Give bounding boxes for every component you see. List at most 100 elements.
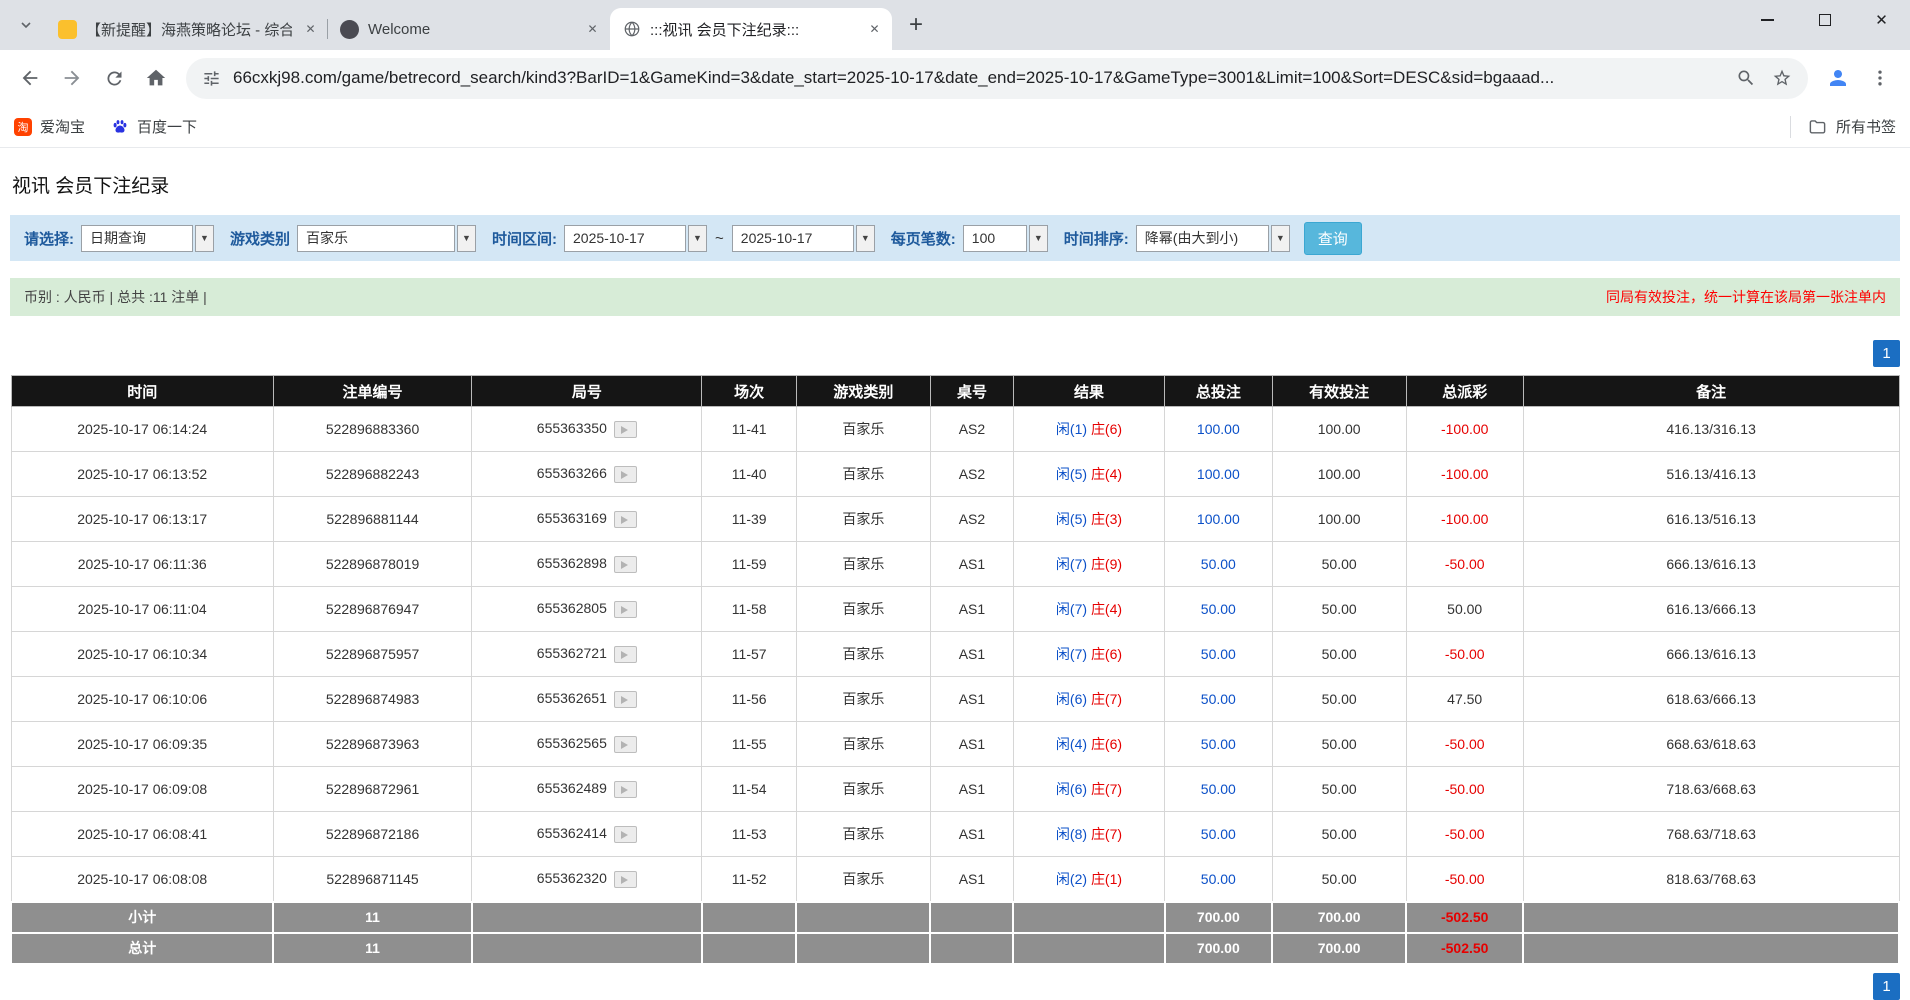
cell-session: 11-41 — [702, 407, 796, 452]
total-bet-link[interactable]: 50.00 — [1201, 781, 1236, 797]
all-bookmarks-button[interactable]: 所有书签 — [1790, 116, 1896, 138]
tune-icon[interactable] — [202, 69, 221, 88]
total-bet-link[interactable]: 50.00 — [1201, 826, 1236, 842]
result-player: 闲(2) — [1056, 871, 1087, 887]
cell-session: 11-53 — [702, 812, 796, 857]
cell-empty — [472, 933, 702, 964]
sort-select[interactable]: 降幂(由大到小) ▼ — [1136, 225, 1290, 252]
cell-valid-bet: 100.00 — [1272, 407, 1406, 452]
date-range-tilde: ~ — [715, 230, 724, 247]
url-text[interactable]: 66cxkj98.com/game/betrecord_search/kind3… — [233, 68, 1724, 88]
browser-tab-forum[interactable]: 【新提醒】海燕策略论坛 - 综合 ✕ — [46, 8, 328, 50]
profile-button[interactable] — [1818, 58, 1858, 98]
minimize-button[interactable] — [1739, 0, 1796, 40]
cell-table-number: AS1 — [930, 587, 1013, 632]
date-start-select[interactable]: 2025-10-17 ▼ — [564, 225, 707, 252]
cell-game-type: 百家乐 — [796, 632, 930, 677]
cell-table-number: AS1 — [930, 767, 1013, 812]
cell-round: 655362651 — [472, 677, 702, 722]
baidu-paw-icon — [111, 118, 129, 136]
cell-empty — [702, 933, 796, 964]
bookmark-taobao[interactable]: 淘 爱淘宝 — [14, 116, 85, 137]
cell-payout: -50.00 — [1406, 812, 1523, 857]
zoom-icon[interactable] — [1736, 68, 1756, 88]
total-bet-link[interactable]: 50.00 — [1201, 691, 1236, 707]
cell-valid-bet: 50.00 — [1272, 632, 1406, 677]
cell-payout: 50.00 — [1406, 587, 1523, 632]
cell-empty — [1523, 902, 1899, 933]
bookmark-baidu[interactable]: 百度一下 — [111, 116, 197, 137]
dropdown-arrow-icon[interactable]: ▼ — [1271, 225, 1290, 252]
minimize-icon — [1761, 19, 1774, 21]
cell-table-number: AS1 — [930, 677, 1013, 722]
table-row: 2025-10-17 06:13:17 522896881144 6553631… — [11, 497, 1899, 542]
browser-tab-welcome[interactable]: Welcome ✕ — [328, 8, 610, 50]
dropdown-arrow-icon[interactable]: ▼ — [1029, 225, 1048, 252]
dropdown-arrow-icon[interactable]: ▼ — [856, 225, 875, 252]
cell-note: 818.63/768.63 — [1523, 857, 1899, 902]
total-bet-link[interactable]: 50.00 — [1201, 736, 1236, 752]
cell-table-number: AS2 — [930, 497, 1013, 542]
window-close-button[interactable]: ✕ — [1853, 0, 1910, 40]
result-player: 闲(7) — [1056, 646, 1087, 662]
tab-close-icon[interactable]: ✕ — [865, 20, 884, 39]
cell-bet-id: 522896875957 — [273, 632, 471, 677]
date-range-label: 时间区间: — [492, 228, 557, 249]
bookmark-star-icon[interactable] — [1772, 68, 1792, 88]
cell-note: 616.13/666.13 — [1523, 587, 1899, 632]
replay-icon[interactable] — [614, 826, 637, 843]
cell-result: 闲(5) 庄(3) — [1013, 497, 1164, 542]
cell-empty — [1013, 902, 1164, 933]
date-end-select[interactable]: 2025-10-17 ▼ — [732, 225, 875, 252]
dropdown-arrow-icon[interactable]: ▼ — [195, 225, 214, 252]
dropdown-arrow-icon[interactable]: ▼ — [457, 225, 476, 252]
total-bet-link[interactable]: 100.00 — [1197, 421, 1240, 437]
back-icon — [19, 67, 41, 89]
replay-icon[interactable] — [614, 736, 637, 753]
replay-icon[interactable] — [614, 871, 637, 888]
replay-icon[interactable] — [614, 466, 637, 483]
cell-result: 闲(6) 庄(7) — [1013, 767, 1164, 812]
replay-icon[interactable] — [614, 781, 637, 798]
tab-close-icon[interactable]: ✕ — [301, 20, 320, 39]
total-bet-link[interactable]: 100.00 — [1197, 466, 1240, 482]
cell-session: 11-52 — [702, 857, 796, 902]
total-bet-link[interactable]: 50.00 — [1201, 871, 1236, 887]
cell-empty — [930, 902, 1013, 933]
replay-icon[interactable] — [614, 646, 637, 663]
maximize-button[interactable] — [1796, 0, 1853, 40]
date-query-select[interactable]: 日期查询 ▼ — [81, 225, 214, 252]
replay-icon[interactable] — [614, 601, 637, 618]
menu-button[interactable] — [1860, 58, 1900, 98]
tab-search-button[interactable] — [10, 9, 42, 41]
cell-bet-id: 522896874983 — [273, 677, 471, 722]
replay-icon[interactable] — [614, 511, 637, 528]
search-button[interactable]: 查询 — [1304, 222, 1362, 255]
address-bar[interactable]: 66cxkj98.com/game/betrecord_search/kind3… — [186, 58, 1808, 99]
cell-valid-bet: 100.00 — [1272, 497, 1406, 542]
currency-summary-text: 币别 : 人民币 | 总共 :11 注单 | — [24, 287, 207, 307]
cell-valid-bet: 50.00 — [1272, 812, 1406, 857]
result-banker: 庄(4) — [1091, 466, 1122, 482]
page-number-button[interactable]: 1 — [1873, 340, 1900, 367]
tab-close-icon[interactable]: ✕ — [583, 20, 602, 39]
reload-button[interactable] — [94, 58, 134, 98]
replay-icon[interactable] — [614, 691, 637, 708]
cell-round: 655363169 — [472, 497, 702, 542]
replay-icon[interactable] — [614, 421, 637, 438]
total-bet-link[interactable]: 100.00 — [1197, 511, 1240, 527]
total-bet-link[interactable]: 50.00 — [1201, 646, 1236, 662]
total-bet-link[interactable]: 50.00 — [1201, 601, 1236, 617]
replay-icon[interactable] — [614, 556, 637, 573]
new-tab-button[interactable]: + — [900, 9, 932, 41]
forward-button[interactable] — [52, 58, 92, 98]
game-type-select[interactable]: 百家乐 ▼ — [297, 225, 476, 252]
result-player: 闲(5) — [1056, 511, 1087, 527]
per-page-select[interactable]: 100 ▼ — [963, 225, 1048, 252]
back-button[interactable] — [10, 58, 50, 98]
dropdown-arrow-icon[interactable]: ▼ — [688, 225, 707, 252]
home-button[interactable] — [136, 58, 176, 98]
browser-tab-betrecord[interactable]: :::视讯 会员下注纪录::: ✕ — [610, 8, 892, 50]
total-bet-link[interactable]: 50.00 — [1201, 556, 1236, 572]
page-number-button[interactable]: 1 — [1873, 973, 1900, 1000]
